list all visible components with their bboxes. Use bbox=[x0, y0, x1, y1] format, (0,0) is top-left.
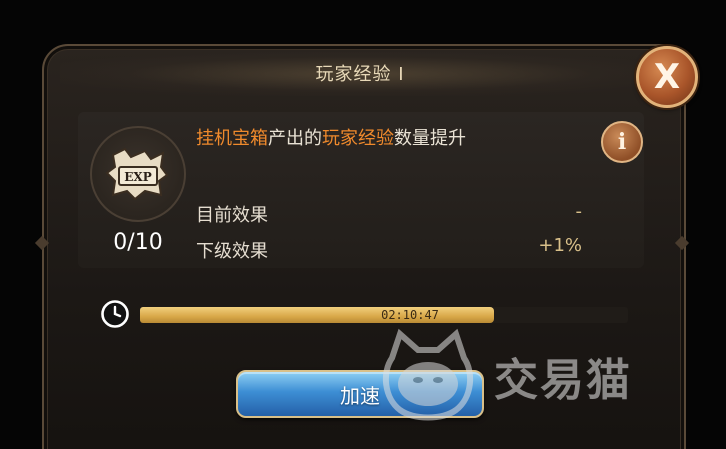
upgrade-count: 0/10 bbox=[113, 230, 163, 255]
current-effect-label: 目前效果 bbox=[196, 205, 268, 226]
desc-highlight-chest: 挂机宝箱 bbox=[196, 128, 268, 149]
exp-badge-text: EXP bbox=[124, 170, 151, 184]
info-button[interactable]: i bbox=[601, 121, 643, 163]
exp-badge: EXP bbox=[90, 126, 186, 222]
watermark: 交易猫 bbox=[378, 328, 632, 424]
speedup-label: 加速 bbox=[340, 383, 380, 408]
next-effect-value: +1% bbox=[538, 235, 582, 256]
cat-logo-icon bbox=[382, 328, 474, 421]
next-effect-label: 下级效果 bbox=[196, 241, 268, 262]
info-icon: i bbox=[617, 129, 627, 155]
timer-text: 02:10:47 bbox=[381, 308, 439, 322]
game-screen: 玩家经验 Ⅰ X EXP 0/10 挂机宝箱产出的玩家经验数量提升 i 目前效果… bbox=[0, 0, 726, 449]
desc-text-increase: 数量提升 bbox=[394, 128, 466, 149]
clock-icon bbox=[101, 300, 129, 328]
dialog-title: 玩家经验 Ⅰ bbox=[315, 64, 405, 85]
close-icon: X bbox=[653, 57, 681, 97]
watermark-text: 交易猫 bbox=[494, 355, 632, 406]
upgrade-description: 挂机宝箱产出的玩家经验数量提升 bbox=[196, 124, 466, 150]
exp-scroll-icon: EXP bbox=[105, 147, 169, 201]
desc-highlight-exp: 玩家经验 bbox=[322, 128, 394, 149]
current-effect-value: - bbox=[575, 201, 583, 222]
close-button[interactable]: X bbox=[636, 46, 698, 108]
desc-text-produce: 产出的 bbox=[268, 128, 322, 149]
